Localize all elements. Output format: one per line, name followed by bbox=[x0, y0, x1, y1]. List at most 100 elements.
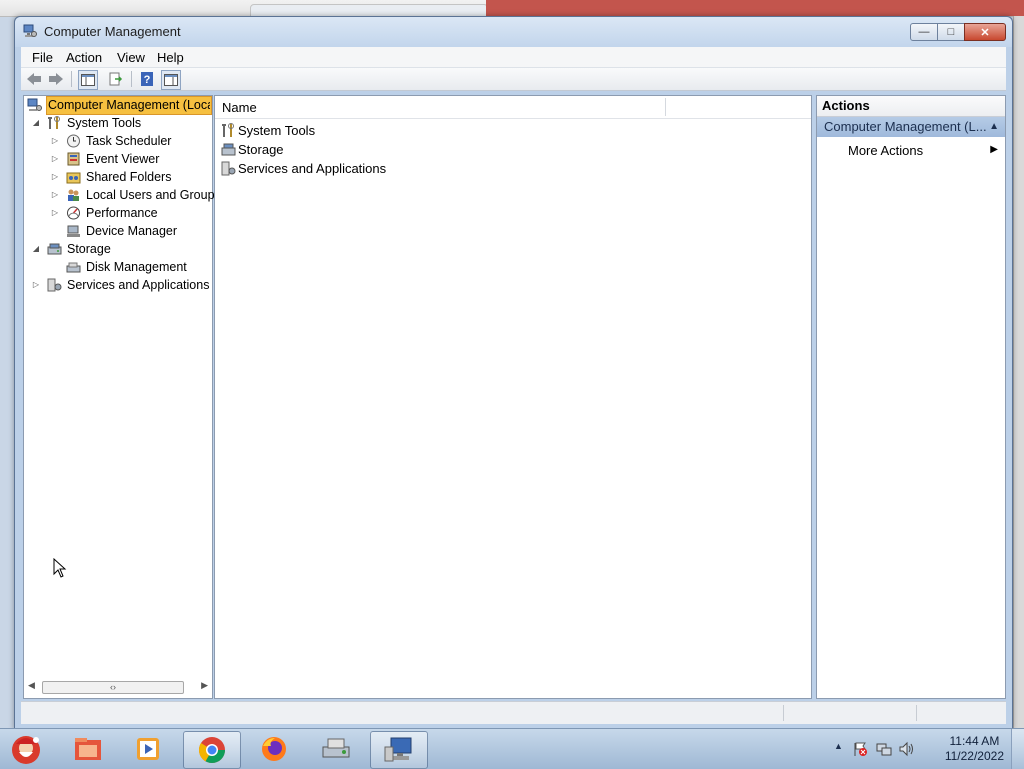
tree-item-storage[interactable]: ◢ Storage bbox=[24, 240, 210, 258]
firefox-icon[interactable] bbox=[246, 731, 302, 767]
tree-item-label: System Tools bbox=[67, 116, 142, 130]
file-explorer-icon[interactable] bbox=[60, 731, 116, 767]
details-list-pane: Name System Tools Storage Services and A… bbox=[214, 95, 812, 699]
action-center-flag-icon[interactable] bbox=[852, 741, 868, 757]
chrome-icon[interactable] bbox=[183, 731, 241, 769]
scroll-thumb[interactable]: ‹› bbox=[42, 681, 184, 694]
tree-item-event-viewer[interactable]: ▷ Event Viewer bbox=[24, 150, 210, 168]
more-actions-item[interactable]: More Actions bbox=[848, 143, 923, 158]
tree-item-label: Task Scheduler bbox=[86, 134, 172, 148]
shared-folder-icon bbox=[66, 172, 81, 184]
tree-item-local-users-and-groups[interactable]: ▷ Local Users and Groups bbox=[24, 186, 221, 204]
window-title: Computer Management bbox=[44, 24, 181, 39]
media-player-icon[interactable] bbox=[120, 731, 176, 767]
tree-item-label: Computer Management (Local bbox=[48, 98, 210, 112]
expand-arrow-icon[interactable]: ▷ bbox=[51, 168, 59, 186]
menu-action[interactable]: Action bbox=[66, 50, 102, 65]
computer-management-icon bbox=[27, 98, 42, 111]
tree-item-root[interactable]: Computer Management (Local bbox=[24, 96, 212, 115]
expand-arrow-icon[interactable]: ▷ bbox=[51, 186, 59, 204]
services-icon bbox=[47, 278, 62, 292]
mouse-cursor-icon bbox=[53, 558, 67, 578]
tree-item-label: Disk Management bbox=[86, 260, 187, 274]
status-bar bbox=[21, 701, 1006, 724]
menu-view[interactable]: View bbox=[117, 50, 145, 65]
tree-item-label: Shared Folders bbox=[86, 170, 172, 184]
menu-bar: File Action View Help bbox=[21, 47, 1006, 68]
column-header-name[interactable]: Name bbox=[222, 100, 257, 115]
tree-item-system-tools[interactable]: ◢ System Tools bbox=[24, 114, 210, 132]
background-decoration bbox=[486, 0, 1024, 16]
tools-icon bbox=[222, 123, 234, 137]
back-arrow-icon[interactable] bbox=[25, 70, 43, 88]
help-icon[interactable]: ? bbox=[138, 70, 156, 88]
storage-icon bbox=[47, 243, 62, 255]
show-desktop-button[interactable] bbox=[1011, 729, 1024, 769]
tree-item-label: Services and Applications bbox=[67, 278, 210, 292]
storage-icon bbox=[221, 143, 236, 156]
services-icon bbox=[221, 161, 236, 176]
show-hide-action-pane-icon[interactable] bbox=[161, 70, 181, 90]
status-separator bbox=[783, 705, 784, 721]
expand-arrow-icon[interactable]: ▷ bbox=[51, 204, 59, 222]
tree-item-shared-folders[interactable]: ▷ Shared Folders bbox=[24, 168, 210, 186]
expand-arrow-icon[interactable]: ▷ bbox=[51, 132, 59, 150]
actions-group-label: Computer Management (L... bbox=[824, 119, 987, 134]
tree-item-performance[interactable]: ▷ Performance bbox=[24, 204, 210, 222]
tree-item-label: Storage bbox=[67, 242, 111, 256]
column-divider[interactable] bbox=[665, 98, 666, 116]
background-scrollbar bbox=[1013, 16, 1024, 728]
actions-group-computer-management[interactable]: Computer Management (L... ▲ bbox=[817, 117, 1005, 137]
device-manager-icon bbox=[67, 225, 80, 237]
list-item-label: Services and Applications bbox=[238, 161, 387, 176]
close-button[interactable]: ✕ bbox=[964, 23, 1006, 41]
scroll-right-arrow-icon[interactable]: ▶ bbox=[201, 680, 208, 691]
list-item-label: Storage bbox=[238, 142, 284, 157]
start-orb-icon[interactable] bbox=[0, 731, 52, 767]
export-list-icon[interactable] bbox=[107, 70, 125, 88]
tree-horizontal-scrollbar[interactable]: ◀ ‹› ▶ bbox=[28, 680, 208, 694]
window-controls: — □ ✕ bbox=[910, 23, 1006, 41]
console-tree-pane: Computer Management (Local ◢ System Tool… bbox=[23, 95, 221, 699]
tree-item-label: Performance bbox=[86, 206, 158, 220]
clock-date: 11/22/2022 bbox=[944, 749, 1004, 763]
event-viewer-icon bbox=[67, 152, 80, 166]
maximize-button[interactable]: □ bbox=[937, 23, 965, 41]
collapse-caret-icon[interactable]: ▲ bbox=[989, 117, 999, 137]
performance-icon bbox=[67, 206, 80, 220]
tree-item-label: Device Manager bbox=[86, 224, 178, 238]
show-hidden-icons-arrow-icon[interactable]: ▲ bbox=[834, 741, 843, 751]
collapse-arrow-icon[interactable]: ◢ bbox=[32, 240, 40, 258]
computer-management-app-icon[interactable] bbox=[370, 731, 428, 769]
tools-icon bbox=[48, 116, 60, 129]
computer-management-icon bbox=[23, 24, 37, 37]
disk-icon bbox=[66, 262, 81, 273]
menu-file[interactable]: File bbox=[32, 50, 53, 65]
volume-icon[interactable] bbox=[898, 741, 914, 757]
tree-item-services-and-applications[interactable]: ▷ Services and Applications bbox=[24, 276, 210, 294]
toolbar-separator bbox=[71, 71, 72, 87]
forward-arrow-icon[interactable] bbox=[47, 70, 65, 88]
taskbar: ▲ 11:44 AM 11/22/2022 bbox=[0, 728, 1024, 769]
minimize-button[interactable]: — bbox=[910, 23, 938, 41]
expand-arrow-icon[interactable]: ▷ bbox=[32, 276, 40, 294]
menu-help[interactable]: Help bbox=[157, 50, 184, 65]
network-icon[interactable] bbox=[876, 741, 892, 757]
system-tray: ▲ 11:44 AM 11/22/2022 bbox=[834, 729, 1024, 769]
clock[interactable]: 11:44 AM 11/22/2022 bbox=[945, 734, 1004, 764]
scroll-left-arrow-icon[interactable]: ◀ bbox=[28, 680, 35, 691]
tree-item-task-scheduler[interactable]: ▷ Task Scheduler bbox=[24, 132, 210, 150]
svg-text:?: ? bbox=[144, 74, 151, 86]
toolbar: ? bbox=[21, 68, 1006, 91]
tree-item-disk-management[interactable]: Disk Management bbox=[24, 258, 210, 276]
title-bar[interactable]: Computer Management — □ ✕ bbox=[15, 17, 1012, 47]
disk-management-app-icon[interactable] bbox=[308, 731, 364, 767]
tree-item-label: Local Users and Groups bbox=[86, 188, 221, 202]
users-icon bbox=[68, 189, 79, 201]
tree-item-label: Event Viewer bbox=[86, 152, 160, 166]
tree-item-device-manager[interactable]: Device Manager bbox=[24, 222, 210, 240]
show-hide-tree-icon[interactable] bbox=[78, 70, 98, 90]
collapse-arrow-icon[interactable]: ◢ bbox=[32, 114, 40, 132]
expand-arrow-icon[interactable]: ▷ bbox=[51, 150, 59, 168]
status-separator bbox=[916, 705, 917, 721]
